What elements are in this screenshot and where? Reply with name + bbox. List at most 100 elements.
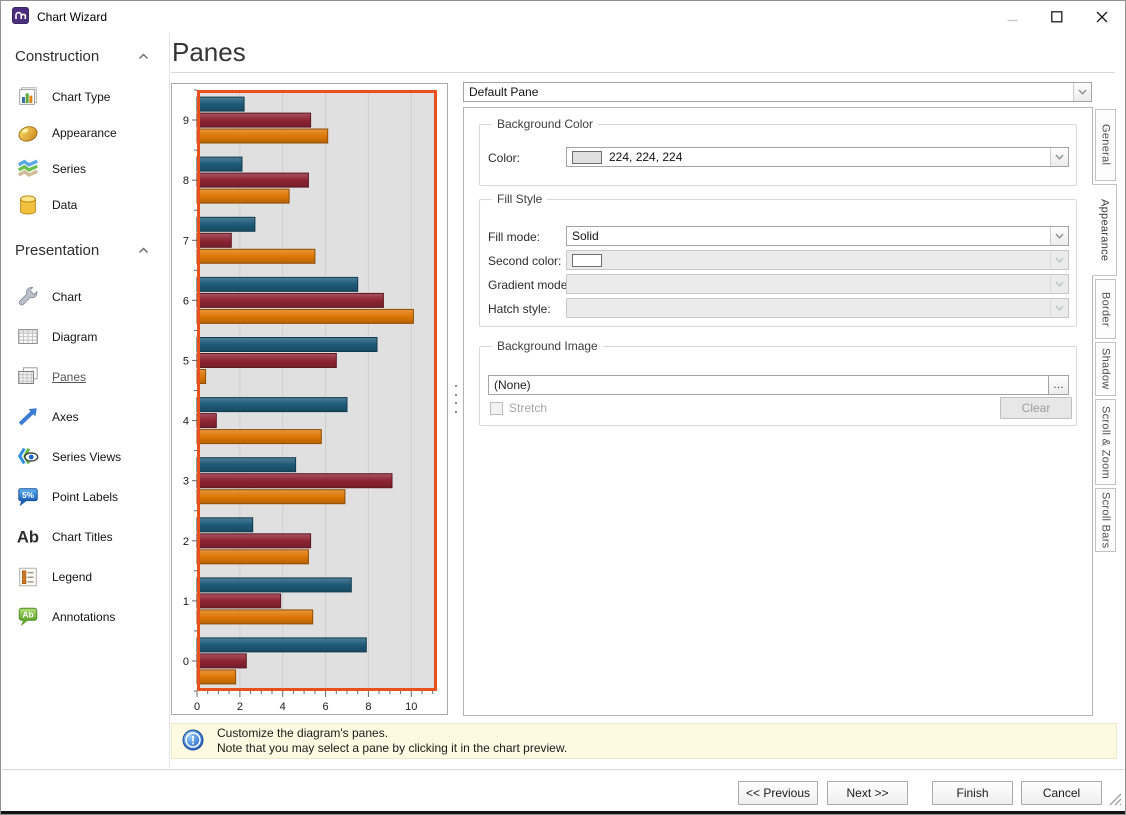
close-button[interactable] xyxy=(1085,4,1119,30)
pane-selector-combo[interactable]: Default Pane xyxy=(463,82,1092,102)
sidebar-item-point-labels[interactable]: 5%Point Labels xyxy=(2,477,169,517)
stretch-label: Stretch xyxy=(509,401,547,415)
chevron-down-icon xyxy=(1050,299,1068,317)
sidebar-item-appearance[interactable]: Appearance xyxy=(2,115,169,151)
properties-panel: Background Color Color: 224, 224, 224 Fi… xyxy=(463,107,1093,716)
axes-icon xyxy=(15,404,41,430)
info-line-1: Customize the diagram's panes. xyxy=(217,726,567,741)
svg-text:8: 8 xyxy=(365,701,371,713)
sidebar-item-chart[interactable]: Chart xyxy=(2,277,169,317)
data-icon xyxy=(15,192,41,218)
hatch-style-combo xyxy=(566,298,1069,318)
panes-icon xyxy=(15,364,41,390)
sidebar: Construction Chart TypeAppearanceSeriesD… xyxy=(2,33,170,767)
svg-text:6: 6 xyxy=(183,295,189,307)
sidebar-item-series-views[interactable]: Series Views xyxy=(2,437,169,477)
annotations-icon: Ab xyxy=(15,604,41,630)
tab-border[interactable]: Border xyxy=(1095,279,1116,339)
sidebar-item-series[interactable]: Series xyxy=(2,151,169,187)
stretch-checkbox xyxy=(490,402,503,415)
minimize-button[interactable] xyxy=(995,4,1029,30)
chart-icon xyxy=(15,284,41,310)
window-title: Chart Wizard xyxy=(37,10,107,24)
svg-text:4: 4 xyxy=(280,701,286,713)
svg-text:2: 2 xyxy=(183,536,189,548)
info-line-2: Note that you may select a pane by click… xyxy=(217,741,567,756)
svg-text:1: 1 xyxy=(183,596,189,608)
splitter-grip[interactable] xyxy=(453,385,459,413)
tab-scroll-bars[interactable]: Scroll Bars xyxy=(1095,488,1116,552)
background-image-field[interactable]: (None) xyxy=(488,375,1048,395)
sidebar-item-chart-titles[interactable]: AbChart Titles xyxy=(2,517,169,557)
info-icon: ! xyxy=(182,729,204,754)
fill-style-group: Fill Style Fill mode: Solid Second color… xyxy=(479,199,1077,327)
chevron-down-icon[interactable] xyxy=(1073,83,1091,101)
window-bottom-edge xyxy=(1,811,1125,814)
finish-button[interactable]: Finish xyxy=(932,781,1013,805)
resize-grip-icon[interactable] xyxy=(1108,792,1122,809)
diagram-icon xyxy=(15,324,41,350)
tab-general[interactable]: General xyxy=(1095,109,1116,181)
chart-type-icon xyxy=(15,84,41,110)
second-color-combo xyxy=(566,250,1069,270)
sidebar-item-annotations[interactable]: AbAnnotations xyxy=(2,597,169,637)
series-views-icon xyxy=(15,444,41,470)
footer-separator xyxy=(2,769,1124,770)
background-color-group: Background Color Color: 224, 224, 224 xyxy=(479,124,1077,186)
chevron-up-icon xyxy=(138,53,149,60)
page-title: Panes xyxy=(172,37,246,68)
fill-mode-value: Solid xyxy=(572,229,599,243)
group-legend: Background Image xyxy=(492,339,603,353)
svg-text:10: 10 xyxy=(405,701,417,713)
sidebar-item-diagram[interactable]: Diagram xyxy=(2,317,169,357)
gradient-mode-label: Gradient mode: xyxy=(488,278,571,292)
next-button[interactable]: Next >> xyxy=(827,781,908,805)
svg-text:6: 6 xyxy=(323,701,329,713)
info-bar: ! Customize the diagram's panes. Note th… xyxy=(171,723,1117,759)
fill-mode-label: Fill mode: xyxy=(488,230,540,244)
cancel-button[interactable]: Cancel xyxy=(1021,781,1102,805)
chevron-down-icon xyxy=(1050,275,1068,293)
section-header-construction[interactable]: Construction xyxy=(2,45,169,67)
svg-text:3: 3 xyxy=(183,476,189,488)
chevron-up-icon xyxy=(138,247,149,254)
bar-chart[interactable]: 98765432100246810 xyxy=(172,84,447,714)
previous-button[interactable]: << Previous xyxy=(738,781,818,805)
maximize-button[interactable] xyxy=(1040,4,1074,30)
sidebar-item-chart-type[interactable]: Chart Type xyxy=(2,79,169,115)
sidebar-item-panes[interactable]: Panes xyxy=(2,357,169,397)
sidebar-item-legend[interactable]: Legend xyxy=(2,557,169,597)
color-combo[interactable]: 224, 224, 224 xyxy=(566,147,1069,167)
section-header-presentation[interactable]: Presentation xyxy=(2,239,169,261)
color-swatch xyxy=(572,151,602,164)
svg-text:8: 8 xyxy=(183,175,189,187)
pane-selector-value: Default Pane xyxy=(469,85,538,99)
svg-text:Ab: Ab xyxy=(22,609,33,619)
sidebar-item-axes[interactable]: Axes xyxy=(2,397,169,437)
background-image-value: (None) xyxy=(494,378,531,392)
hatch-style-label: Hatch style: xyxy=(488,302,551,316)
chart-preview[interactable]: 98765432100246810 xyxy=(171,83,448,715)
section-label: Presentation xyxy=(15,242,99,259)
presentation-items: ChartDiagramPanesAxesSeries Views5%Point… xyxy=(2,277,169,637)
tab-appearance[interactable]: Appearance xyxy=(1092,184,1117,276)
close-icon xyxy=(1096,11,1108,23)
sidebar-item-data[interactable]: Data xyxy=(2,187,169,223)
fill-mode-combo[interactable]: Solid xyxy=(566,226,1069,246)
browse-button[interactable]: … xyxy=(1048,375,1069,395)
point-labels-icon: 5% xyxy=(15,484,41,510)
svg-text:5%: 5% xyxy=(22,490,35,500)
chart-titles-icon: Ab xyxy=(15,524,41,550)
gradient-mode-combo xyxy=(566,274,1069,294)
chevron-down-icon xyxy=(1050,251,1068,269)
tab-scroll-zoom[interactable]: Scroll & Zoom xyxy=(1095,399,1116,485)
maximize-icon xyxy=(1051,11,1063,23)
series-icon xyxy=(15,156,41,182)
svg-text:0: 0 xyxy=(194,701,200,713)
chevron-down-icon[interactable] xyxy=(1050,148,1068,166)
tab-shadow[interactable]: Shadow xyxy=(1095,342,1116,396)
svg-text:Ab: Ab xyxy=(17,528,39,547)
svg-text:0: 0 xyxy=(183,656,189,668)
chevron-down-icon[interactable] xyxy=(1050,227,1068,245)
appearance-tabstrip: General Appearance Border Shadow Scroll & Zo… xyxy=(1095,107,1121,577)
